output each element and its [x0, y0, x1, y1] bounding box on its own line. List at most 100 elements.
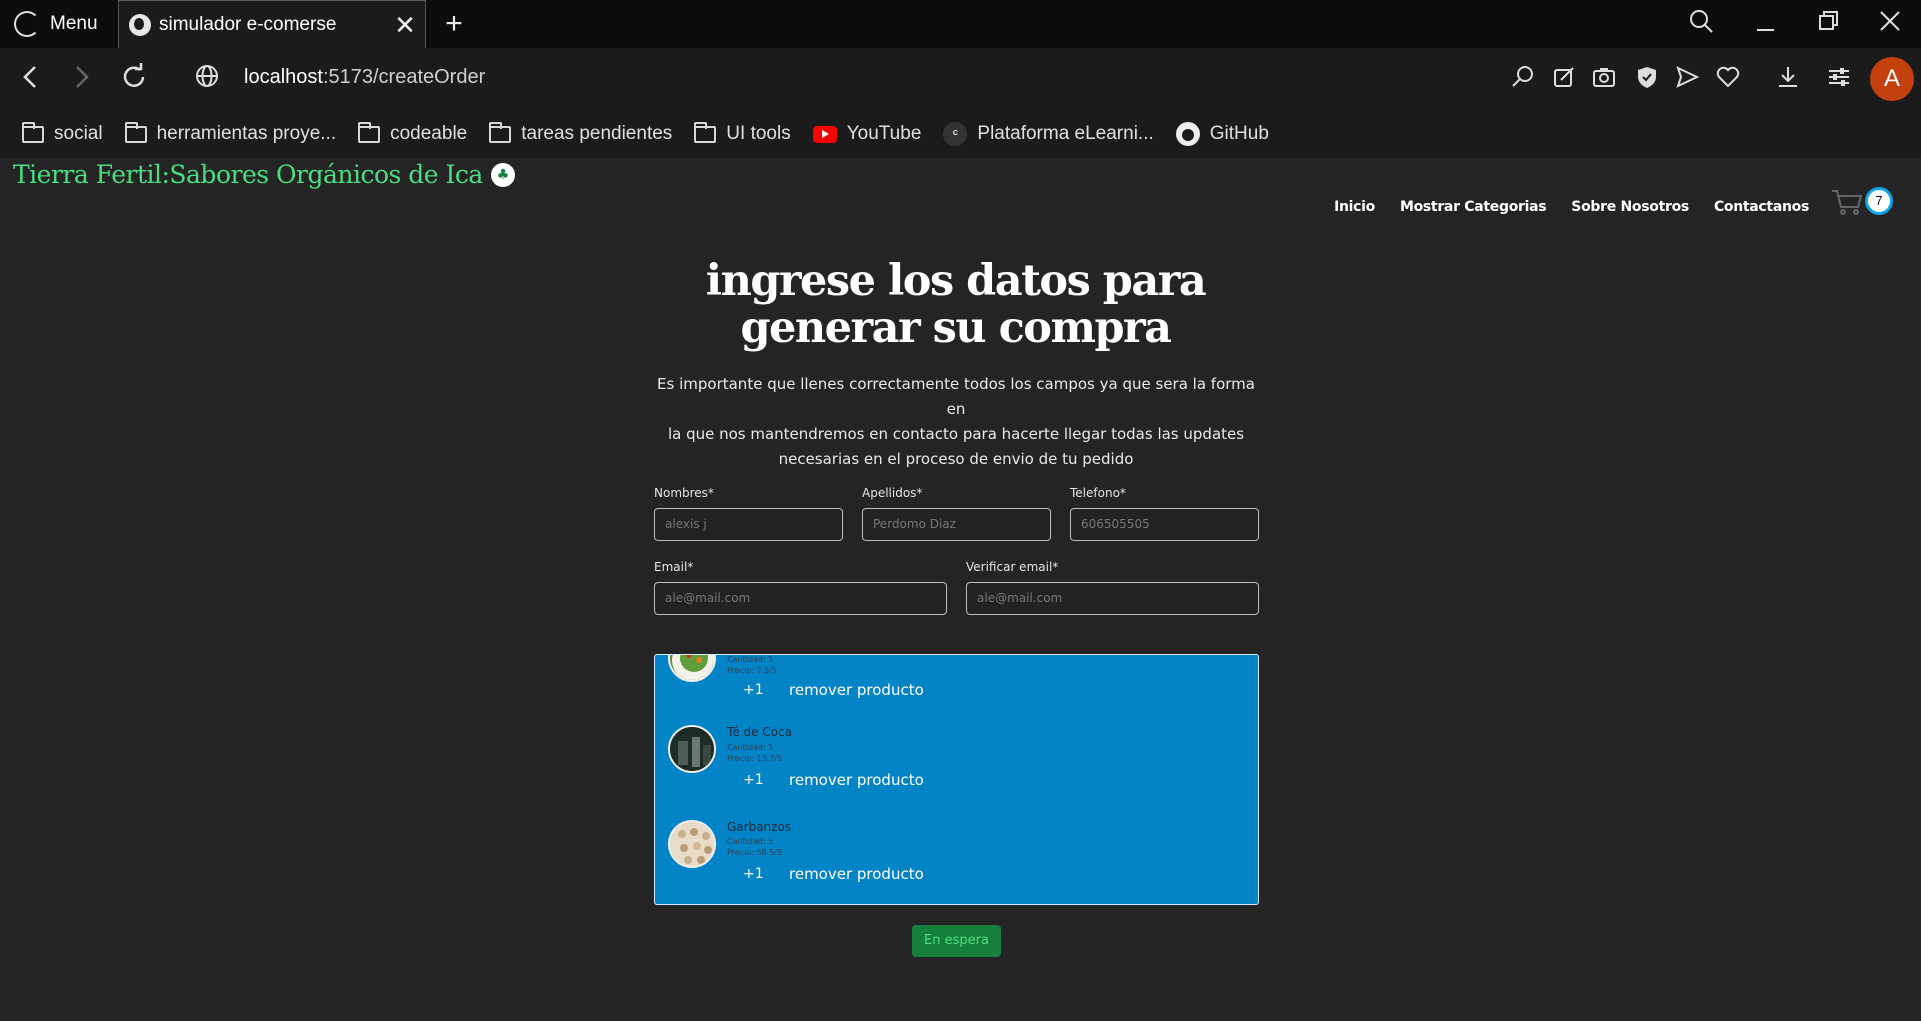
- restore-icon[interactable]: [1808, 8, 1848, 40]
- page-content: Tierra Fertil:Sabores Orgánicos de Ica ♣…: [0, 158, 1921, 1021]
- address-bar: localhost:5173/createOrder A: [0, 48, 1921, 110]
- product-name: Garbanzos: [727, 820, 792, 834]
- zoom-search-icon[interactable]: [1508, 64, 1538, 94]
- product-name: Té de Coca: [727, 725, 792, 739]
- reload-icon[interactable]: [117, 62, 151, 96]
- product-quantity: Cantidad: 1: [727, 655, 774, 664]
- nav-contactanos[interactable]: Contactanos: [1714, 199, 1809, 215]
- bookmark-label: UI tools: [726, 123, 791, 144]
- browser-tab-bar: Menu simulador e-comerse ✕ +: [0, 0, 1921, 49]
- close-tab-icon[interactable]: ✕: [385, 10, 425, 41]
- folder-icon: [694, 121, 717, 143]
- profile-avatar[interactable]: A: [1870, 57, 1914, 101]
- active-tab[interactable]: simulador e-comerse ✕: [118, 0, 426, 49]
- coder-icon: C: [943, 122, 968, 146]
- verify-email-input[interactable]: ale@mail.com: [966, 582, 1259, 615]
- nav-inicio[interactable]: Inicio: [1334, 199, 1375, 215]
- globe-icon: [129, 14, 151, 36]
- cart-count-badge: 7: [1865, 187, 1893, 215]
- brand-title: Tierra Fertil:Sabores Orgánicos de Ica: [13, 160, 483, 189]
- opera-logo-icon: [14, 11, 40, 37]
- product-quantity: Cantidad: 5: [727, 837, 774, 846]
- product-thumbnail: [668, 655, 716, 682]
- folder-icon: [124, 121, 147, 143]
- product-price: Precio: 58.5/5: [727, 848, 783, 857]
- bookmark-social[interactable]: social: [22, 121, 103, 145]
- back-icon[interactable]: [14, 62, 48, 96]
- title-line-2: generar su compra: [740, 303, 1172, 353]
- bookmark-label: social: [54, 123, 103, 144]
- bookmark-ui-tools[interactable]: UI tools: [694, 121, 791, 145]
- bookmark-elearning[interactable]: C Plataforma eLearni...: [943, 122, 1154, 146]
- product-thumbnail: [668, 725, 716, 773]
- increment-button[interactable]: +1: [743, 772, 764, 788]
- email-label: Email*: [654, 560, 694, 574]
- camera-icon[interactable]: [1589, 64, 1619, 94]
- bookmark-label: codeable: [390, 123, 468, 144]
- page-title: ingrese los datos para generar su compra: [0, 258, 1911, 352]
- bookmark-tareas[interactable]: tareas pendientes: [489, 121, 673, 145]
- remove-product-button[interactable]: remover producto: [789, 771, 924, 789]
- verify-email-label: Verificar email*: [966, 560, 1059, 574]
- bookmark-youtube[interactable]: YouTube: [812, 123, 922, 145]
- product-price: Precio: 7.5/5: [727, 666, 777, 675]
- cart-products-list[interactable]: Cantidad: 1 Precio: 7.5/5 +1 remover pro…: [654, 654, 1259, 905]
- site-info-globe-icon[interactable]: [190, 62, 224, 96]
- intro-text: Es importante que llenes correctamente t…: [655, 372, 1257, 472]
- list-item: Té de Coca Cantidad: 1 Precio: 13.7/5 +1…: [655, 725, 1258, 805]
- tab-title: simulador e-comerse: [159, 14, 337, 35]
- remove-product-button[interactable]: remover producto: [789, 865, 924, 883]
- product-price: Precio: 13.7/5: [727, 754, 783, 763]
- close-window-icon[interactable]: [1870, 8, 1910, 40]
- send-icon[interactable]: [1672, 64, 1702, 94]
- nombres-label: Nombres*: [654, 486, 714, 500]
- folder-icon: [489, 121, 512, 143]
- site-nav: Inicio Mostrar Categorias Sobre Nosotros…: [1334, 199, 1809, 215]
- url-field[interactable]: localhost:5173/createOrder: [244, 66, 485, 89]
- bookmark-herramientas[interactable]: herramientas proye...: [124, 121, 337, 145]
- nav-mostrar-categorias[interactable]: Mostrar Categorias: [1400, 199, 1547, 215]
- product-quantity: Cantidad: 1: [727, 743, 774, 752]
- bookmark-label: herramientas proye...: [156, 123, 337, 144]
- minimize-icon[interactable]: [1745, 8, 1785, 40]
- apellidos-input[interactable]: Perdomo Diaz: [862, 508, 1051, 541]
- bookmark-codeable[interactable]: codeable: [358, 121, 468, 145]
- new-tab-button[interactable]: +: [436, 6, 472, 42]
- telefono-input[interactable]: 606505505: [1070, 508, 1259, 541]
- email-input[interactable]: ale@mail.com: [654, 582, 947, 615]
- remove-product-button[interactable]: remover producto: [789, 681, 924, 699]
- menu-label: Menu: [50, 13, 98, 34]
- list-item: Garbanzos Cantidad: 5 Precio: 58.5/5 +1 …: [655, 820, 1258, 900]
- cart-icon[interactable]: [1831, 188, 1863, 216]
- adblock-shield-icon[interactable]: [1632, 64, 1662, 94]
- bookmarks-bar: social herramientas proye... codeable ta…: [0, 110, 1921, 158]
- heart-icon[interactable]: [1713, 64, 1743, 94]
- product-thumbnail: [668, 820, 716, 868]
- youtube-icon: [812, 125, 837, 143]
- site-brand[interactable]: Tierra Fertil:Sabores Orgánicos de Ica ♣: [13, 160, 515, 189]
- share-icon[interactable]: [1549, 64, 1579, 94]
- nav-sobre-nosotros[interactable]: Sobre Nosotros: [1571, 199, 1689, 215]
- search-icon[interactable]: [1681, 8, 1721, 40]
- bookmark-label: tareas pendientes: [521, 123, 673, 144]
- folder-icon: [22, 121, 44, 143]
- submit-order-button[interactable]: En espera: [912, 925, 1001, 957]
- apellidos-label: Apellidos*: [862, 486, 923, 500]
- increment-button[interactable]: +1: [743, 866, 764, 882]
- bookmark-github[interactable]: GitHub: [1175, 122, 1269, 146]
- download-icon[interactable]: [1773, 64, 1803, 94]
- increment-button[interactable]: +1: [743, 682, 764, 698]
- bookmark-label: YouTube: [846, 123, 922, 144]
- bookmark-label: Plataforma eLearni...: [977, 123, 1154, 144]
- leaf-logo-icon: ♣: [490, 162, 515, 187]
- title-line-1: ingrese los datos para: [705, 256, 1207, 306]
- easy-setup-icon[interactable]: [1824, 64, 1854, 94]
- folder-icon: [358, 121, 381, 143]
- nombres-input[interactable]: alexis j: [654, 508, 843, 541]
- telefono-label: Telefono*: [1070, 486, 1126, 500]
- intro-line-2: la que nos mantendremos en contacto para…: [667, 425, 1245, 443]
- forward-icon[interactable]: [64, 62, 98, 96]
- github-icon: [1175, 122, 1200, 146]
- browser-menu-button[interactable]: Menu: [0, 0, 116, 48]
- intro-line-3: necesarias en el proceso de envio de tu …: [778, 450, 1134, 468]
